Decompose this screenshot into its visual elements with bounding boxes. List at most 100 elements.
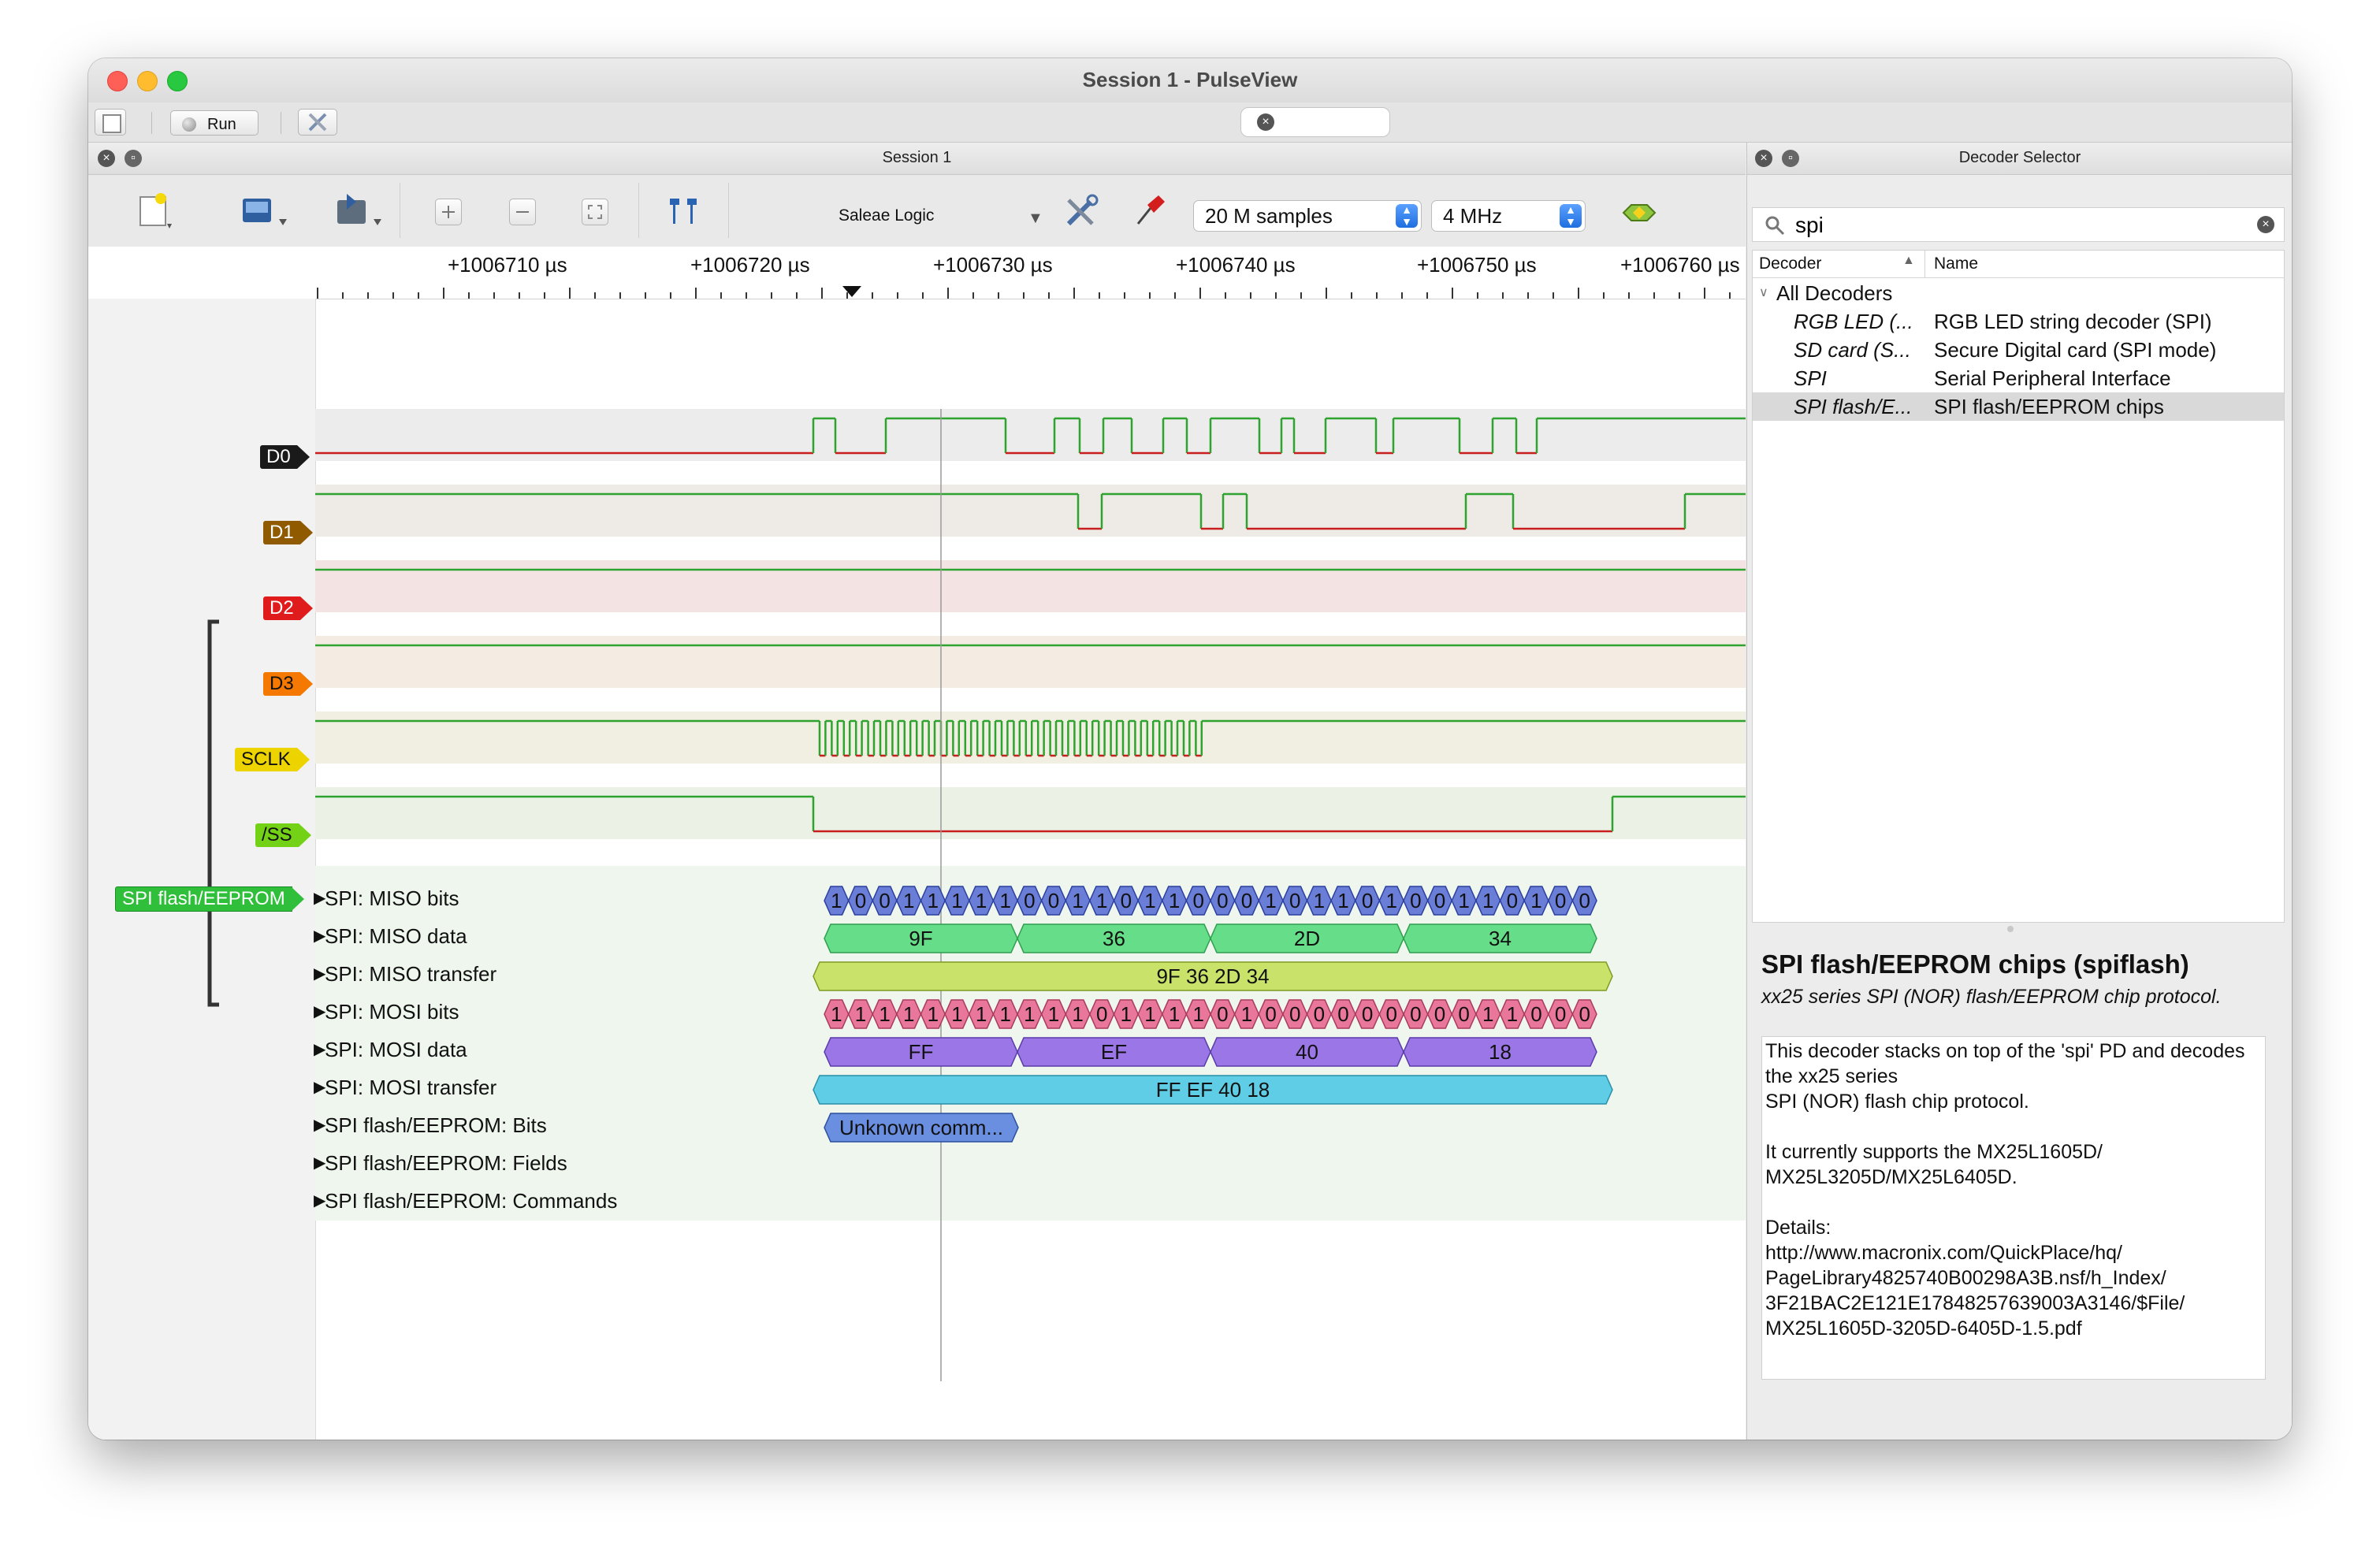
probe-icon[interactable] <box>1130 192 1168 230</box>
toolbar-search-pill[interactable]: × <box>1240 107 1390 137</box>
sample-rate-select[interactable]: 4 MHz ▲ ▼ <box>1431 200 1586 232</box>
ruler-tick <box>1326 288 1327 299</box>
decoder-name: Secure Digital card (SPI mode) <box>1934 338 2217 362</box>
clear-search-icon[interactable]: × <box>2257 216 2274 233</box>
column-header-name[interactable]: Name <box>1934 255 1978 273</box>
miso-bit-label: 1 <box>1072 889 1083 912</box>
ruler-tick-label: +1006710 µs <box>448 253 567 277</box>
ruler-tick <box>1199 288 1201 299</box>
ruler-tick <box>771 292 772 299</box>
time-ruler[interactable]: +1006710 µs +1006720 µs +1006730 µs +100… <box>88 247 1746 299</box>
decoder-search-input[interactable] <box>1794 211 2238 240</box>
ruler-tick <box>720 292 722 299</box>
mosi-bit-label: 0 <box>1555 1002 1566 1026</box>
ruler-tick-label: +1006730 µs <box>933 253 1053 277</box>
stepper-icon: ▲ ▼ <box>1396 204 1418 228</box>
channel-name: D2 <box>270 597 294 619</box>
new-file-icon[interactable] <box>136 189 175 232</box>
sort-ascending-icon[interactable]: ▲ <box>1902 254 1915 268</box>
decoder-description: SPI flash/EEPROM chips (spiflash) xx25 s… <box>1747 932 2292 1440</box>
mosi-bit-label: 1 <box>1241 1002 1252 1026</box>
decoder-id: RGB LED (... <box>1794 310 1913 333</box>
ruler-tick <box>418 292 419 299</box>
decoder-row-label: SPI: MISO bits <box>325 886 459 910</box>
decoder-item-rgb-led[interactable]: RGB LED (... RGB LED string decoder (SPI… <box>1753 307 2284 336</box>
decoder-id: SD card (S... <box>1794 338 1911 362</box>
miso-bit-label: 1 <box>1530 889 1541 912</box>
ruler-tick <box>998 292 999 299</box>
splitter-handle[interactable] <box>2007 926 2014 932</box>
channel-label-d3[interactable]: D3 <box>263 672 313 696</box>
decoder-label-spiflash[interactable]: SPI flash/EEPROM <box>115 886 304 912</box>
ruler-tick <box>821 288 823 299</box>
zoom-fit-icon[interactable] <box>582 199 608 225</box>
toolbar-divider <box>638 183 639 238</box>
ruler-tick <box>1653 292 1655 299</box>
chevron-down-icon[interactable]: ▼ <box>1028 210 1043 228</box>
decoder-label-text: SPI flash/EEPROM <box>122 888 285 909</box>
miso-bit-label: 0 <box>1434 889 1445 912</box>
open-file-icon[interactable] <box>238 189 293 232</box>
ruler-tick <box>1502 292 1504 299</box>
channel-label-d0[interactable]: D0 <box>260 445 310 469</box>
ruler-tick <box>1527 292 1529 299</box>
decoder-name: SPI flash/EEPROM chips <box>1934 395 2164 418</box>
save-file-icon[interactable] <box>333 189 388 232</box>
ruler-tick-label: +1006740 µs <box>1176 253 1296 277</box>
channel-label-d2[interactable]: D2 <box>263 596 313 620</box>
tree-root-all-decoders[interactable]: ∨ All Decoders <box>1753 279 2284 307</box>
zoom-in-icon[interactable] <box>435 199 462 225</box>
miso-bit-label: 1 <box>976 889 987 912</box>
mosi-bit-label: 1 <box>928 1002 939 1026</box>
zoom-out-icon[interactable] <box>509 199 536 225</box>
decoder-search-box[interactable]: × <box>1752 207 2285 242</box>
cursor-icon[interactable] <box>664 194 703 229</box>
miso-bit-label: 0 <box>1048 889 1059 912</box>
decoder-row-label: SPI: MOSI transfer <box>325 1076 497 1099</box>
mosi-bit-label: 0 <box>1458 1002 1469 1026</box>
decoder-item-spiflash-selected[interactable]: SPI flash/E... SPI flash/EEPROM chips <box>1753 392 2284 421</box>
mosi-bit-label: 1 <box>1169 1002 1180 1026</box>
device-config-icon[interactable] <box>1062 192 1100 230</box>
column-header-decoder[interactable]: Decoder <box>1759 255 1821 273</box>
decoder-id: SPI <box>1794 366 1827 390</box>
ruler-tick <box>443 288 444 299</box>
session-title: Session 1 <box>882 149 952 166</box>
ruler-tick <box>670 292 671 299</box>
mosi-bit-label: 1 <box>999 1002 1010 1026</box>
ruler-tick <box>1174 292 1176 299</box>
trigger-marker-icon[interactable] <box>842 286 861 297</box>
tools-icon[interactable] <box>298 109 337 136</box>
column-divider <box>1924 251 1925 277</box>
channel-tip <box>299 521 313 544</box>
mosi-bit-label: 0 <box>1096 1002 1107 1026</box>
channel-label-sclk[interactable]: SCLK <box>235 748 310 771</box>
decoder-item-spi[interactable]: SPI Serial Peripheral Interface <box>1753 364 2284 392</box>
mosi-bit-label: 1 <box>1192 1002 1203 1026</box>
miso-bit-label: 1 <box>999 889 1010 912</box>
new-session-icon[interactable] <box>95 109 126 136</box>
ruler-tick <box>367 292 369 299</box>
chevron-down-icon[interactable]: ∨ <box>1759 279 1768 307</box>
decoder-item-sd-card[interactable]: SD card (S... Secure Digital card (SPI m… <box>1753 336 2284 364</box>
mosi-bit-label: 1 <box>879 1002 890 1026</box>
mosi-bit-label: 0 <box>1265 1002 1276 1026</box>
ruler-tick <box>468 292 470 299</box>
decoder-label-tip <box>291 887 304 911</box>
ruler-tick <box>1351 292 1352 299</box>
mosi-bit-label: 0 <box>1289 1002 1300 1026</box>
ruler-tick <box>317 288 318 299</box>
pulseview-window: Session 1 - PulseView Run × × ▫ Session … <box>88 58 2292 1440</box>
main-toolbar: Run × <box>88 102 2292 143</box>
add-decoder-icon[interactable] <box>1620 199 1658 227</box>
ruler-tick <box>1099 292 1100 299</box>
run-button[interactable]: Run <box>170 110 258 136</box>
sample-count-select[interactable]: 20 M samples ▲ ▼ <box>1193 200 1422 232</box>
trace-view[interactable]: 1 0 0 1 1 1 1 1 0 0 1 1 0 1 1 0 0 0 1 0 1 1 0 1 0 0 1 1 0 1 0 09F 36 2D 34… <box>88 299 1746 1440</box>
channel-label-d1[interactable]: D1 <box>263 521 313 544</box>
ruler-tick <box>1124 292 1125 299</box>
channel-label-ss[interactable]: /SS <box>255 823 311 847</box>
clear-icon[interactable]: × <box>1257 113 1274 131</box>
device-selector[interactable]: Saleae Logic <box>839 206 934 225</box>
decoder-selector-panel: × ▫ Decoder Selector × Decoder ▲ Name ∨ … <box>1746 143 2292 1440</box>
